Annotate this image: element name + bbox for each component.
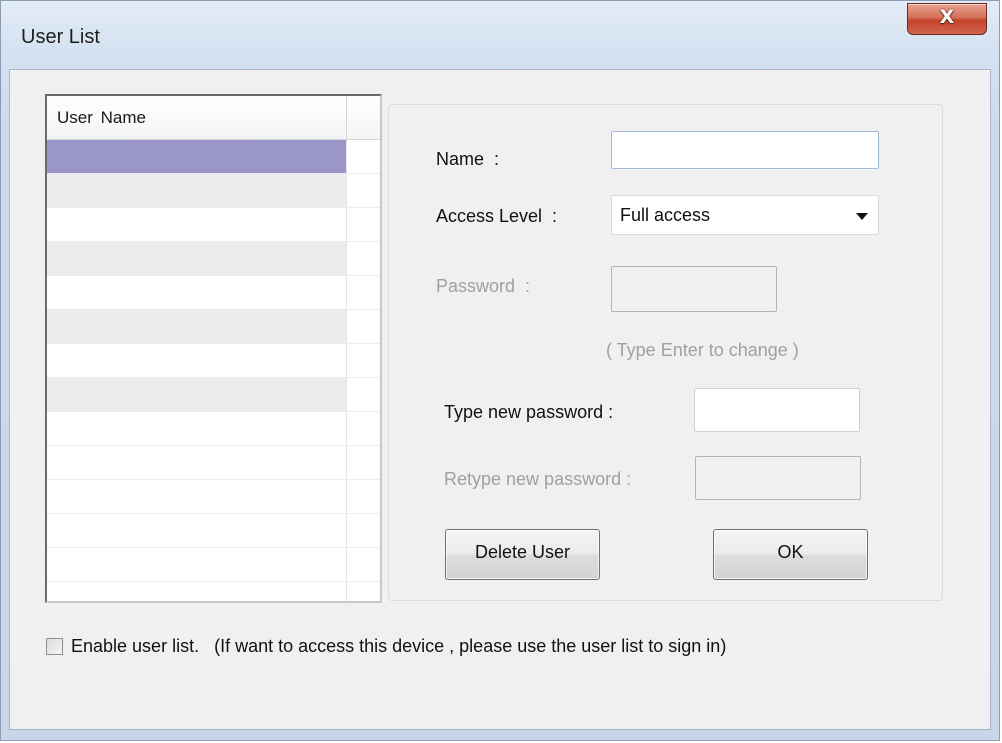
list-item-name — [47, 174, 347, 207]
list-item-name — [47, 276, 347, 309]
enable-user-list-label[interactable]: Enable user list. (If want to access thi… — [71, 636, 726, 657]
list-item-name — [47, 344, 347, 377]
delete-user-button-label: Delete User — [474, 542, 571, 562]
list-item-name — [47, 412, 347, 445]
list-item[interactable] — [47, 310, 380, 344]
password-field — [611, 266, 777, 312]
retype-password-label: Retype new password : — [444, 469, 632, 489]
list-item[interactable] — [47, 174, 380, 208]
ok-button[interactable]: OK — [713, 529, 868, 580]
list-item-name — [47, 480, 347, 513]
retype-password-field — [695, 456, 861, 500]
column-header-user-name[interactable]: User Name — [47, 96, 347, 139]
new-password-label: Type new password : — [444, 402, 614, 422]
list-item[interactable] — [47, 276, 380, 310]
list-item[interactable] — [47, 446, 380, 480]
list-item[interactable] — [47, 344, 380, 378]
ok-button-label: OK — [777, 542, 804, 562]
list-item-name — [47, 140, 347, 173]
access-level-select[interactable]: Full access — [611, 195, 879, 235]
list-item[interactable] — [47, 412, 380, 446]
close-icon: X — [939, 6, 955, 28]
list-item-name — [47, 514, 347, 547]
new-password-field[interactable] — [694, 388, 860, 432]
list-item[interactable] — [47, 582, 380, 601]
name-label: Name : — [436, 149, 500, 169]
password-label: Password : — [436, 276, 531, 296]
user-list-dialog: User List X User Name Name : Access Leve… — [0, 0, 1000, 741]
chevron-down-icon — [856, 213, 868, 220]
list-item-name — [47, 208, 347, 241]
close-button[interactable]: X — [907, 3, 987, 35]
name-field[interactable] — [611, 131, 879, 169]
delete-user-button[interactable]: Delete User — [445, 529, 600, 580]
list-item-name — [47, 582, 347, 601]
list-item-name — [47, 310, 347, 343]
list-item-name — [47, 242, 347, 275]
list-item[interactable] — [47, 514, 380, 548]
access-level-value: Full access — [620, 205, 711, 225]
list-item[interactable] — [47, 548, 380, 582]
enable-user-list-checkbox[interactable] — [46, 638, 63, 655]
access-level-label: Access Level : — [436, 206, 558, 226]
list-item-name — [47, 446, 347, 479]
dialog-client-area: User Name Name : Access Level : Full acc… — [9, 69, 991, 730]
password-hint: ( Type Enter to change ) — [606, 340, 799, 360]
dialog-title: User List — [21, 26, 100, 48]
user-list-view[interactable]: User Name — [45, 94, 382, 603]
title-bar[interactable]: User List X — [1, 1, 999, 69]
list-item[interactable] — [47, 480, 380, 514]
list-item[interactable] — [47, 140, 380, 174]
list-item-name — [47, 378, 347, 411]
list-item[interactable] — [47, 242, 380, 276]
list-item[interactable] — [47, 208, 380, 242]
list-header: User Name — [47, 96, 380, 140]
list-item[interactable] — [47, 378, 380, 412]
list-item-name — [47, 548, 347, 581]
column-header-label: User Name — [57, 108, 146, 127]
